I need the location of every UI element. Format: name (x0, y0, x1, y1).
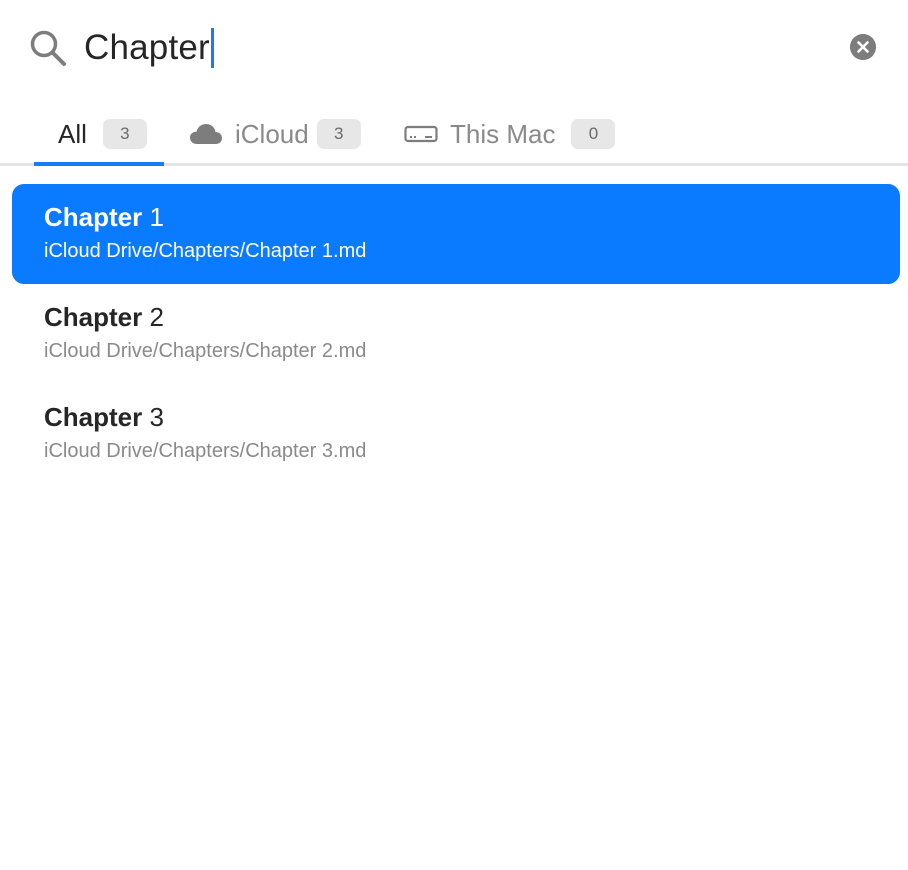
result-path: iCloud Drive/Chapters/Chapter 2.md (44, 340, 367, 362)
result-title-rest: 1 (142, 202, 164, 232)
search-query: Chapter (84, 28, 210, 67)
clear-search-icon[interactable] (850, 34, 876, 60)
list-item[interactable]: Chapter 1 iCloud Drive/Chapters/Chapter … (12, 184, 900, 284)
result-title: Chapter 3 (44, 402, 164, 433)
tab-icloud[interactable]: iCloud 3 (189, 104, 361, 164)
active-tab-indicator (34, 162, 164, 166)
result-title-match: Chapter (44, 202, 143, 232)
result-title-rest: 2 (142, 302, 164, 332)
tab-this-mac-count-badge: 0 (571, 119, 616, 149)
tab-icloud-label: iCloud (235, 118, 309, 149)
quick-open-panel: Chapter All 3 iCloud 3 This Mac 0 Chapte… (0, 0, 908, 870)
scope-tabs: All 3 iCloud 3 This Mac 0 (0, 104, 908, 164)
drive-icon (404, 124, 438, 144)
text-caret (210, 28, 214, 68)
search-bar: Chapter (0, 0, 908, 96)
result-title-match: Chapter (44, 302, 143, 332)
list-item[interactable]: Chapter 2 iCloud Drive/Chapters/Chapter … (12, 284, 900, 384)
results-list: Chapter 1 iCloud Drive/Chapters/Chapter … (12, 184, 900, 484)
tab-this-mac-label: This Mac (450, 118, 556, 149)
search-icon (30, 30, 66, 66)
tab-icloud-count-badge: 3 (316, 119, 361, 149)
tab-this-mac[interactable]: This Mac 0 (404, 104, 616, 164)
result-title-rest: 3 (142, 402, 164, 432)
list-item[interactable]: Chapter 3 iCloud Drive/Chapters/Chapter … (12, 384, 900, 484)
result-title: Chapter 1 (44, 202, 164, 233)
result-title-match: Chapter (44, 402, 143, 432)
result-path: iCloud Drive/Chapters/Chapter 1.md (44, 240, 367, 262)
tab-all-count-badge: 3 (102, 119, 147, 149)
result-title: Chapter 2 (44, 302, 164, 333)
result-path: iCloud Drive/Chapters/Chapter 3.md (44, 440, 367, 462)
cloud-icon (189, 122, 223, 146)
search-input[interactable]: Chapter (84, 26, 214, 70)
tab-all[interactable]: All 3 (58, 104, 147, 164)
tab-all-label: All (58, 118, 87, 149)
